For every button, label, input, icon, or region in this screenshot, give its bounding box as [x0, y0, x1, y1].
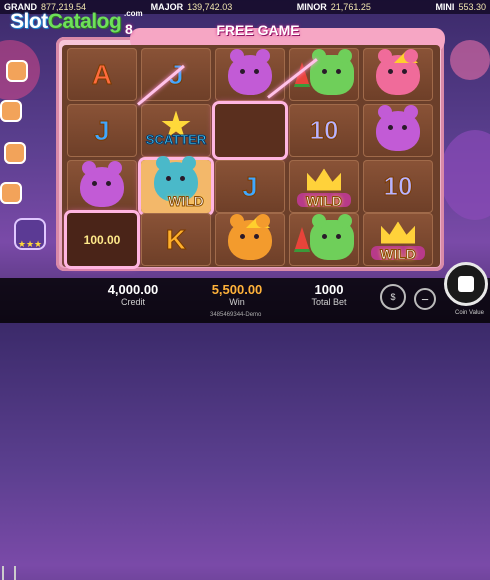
reel-cell: A: [67, 48, 137, 101]
cake-icon: [6, 60, 28, 82]
logo-part2: Catalog: [47, 10, 122, 33]
bet-label: Total Bet: [311, 297, 347, 307]
reel-cell-prize: 100.00: [67, 213, 137, 266]
jackpot-value: 139,742.03: [187, 2, 233, 12]
wild-symbol: WILD: [289, 160, 359, 213]
symbol-j: J: [242, 170, 259, 202]
credit-label: Credit: [120, 297, 145, 307]
free-game-title: FREE GAME: [88, 20, 388, 40]
reel-cell: [67, 160, 137, 213]
decrease-bet-button[interactable]: −: [414, 288, 436, 310]
king-bear-icon: [228, 213, 272, 260]
win-value: 5,500.00: [211, 282, 263, 297]
reel-cell: 10: [289, 104, 359, 157]
credit-value: 4,000.00: [107, 282, 159, 297]
wild-bear-symbol: WILD: [141, 155, 211, 213]
background-candy: [440, 130, 490, 220]
symbol-j: J: [94, 114, 111, 146]
coin-value-button[interactable]: $: [380, 284, 406, 310]
symbol-10: 10: [383, 171, 413, 202]
site-logo: SlotCatalog: [10, 10, 122, 34]
bear-symbol: [67, 160, 137, 213]
reel-cell: [363, 104, 433, 157]
symbol-k: K: [165, 223, 187, 255]
background-candy: [450, 40, 490, 80]
win-display: 5,500.00 Win: [198, 282, 276, 307]
jackpot-value: 553.30: [458, 2, 486, 12]
reel-cell: WILD: [289, 160, 359, 213]
prize-value: 100.00: [83, 232, 121, 247]
jackpot-mini: MINI 553.30: [435, 2, 486, 12]
cake-icon: [0, 182, 22, 204]
scatter-symbol: SCATTER: [141, 104, 211, 157]
watermelon-icon: [294, 227, 310, 252]
stop-icon: [458, 276, 474, 292]
reel-cell: K: [141, 213, 211, 266]
reel-grid: A J J SCATTER 10 WILD J WILD: [62, 45, 440, 267]
reel-cell-empty: [215, 104, 285, 157]
wild-label: WILD: [306, 193, 343, 210]
reel-cell: J: [215, 160, 285, 213]
pink-bear-icon: [376, 48, 420, 95]
bet-value: 1000: [314, 282, 344, 297]
bet-display: 1000 Total Bet: [296, 282, 362, 307]
jackpot-label: MAJOR: [150, 2, 184, 12]
reel-cell-wild-bear: WILD: [141, 155, 211, 213]
crown-icon: [381, 221, 415, 244]
wild-symbol: WILD: [363, 213, 433, 266]
menu-icon[interactable]: [2, 566, 16, 580]
crown-icon: [307, 168, 341, 191]
spin-stop-button[interactable]: [444, 262, 488, 306]
win-label: Win: [229, 297, 245, 307]
wild-label: WILD: [380, 246, 417, 263]
reel-cell: SCATTER: [141, 104, 211, 157]
logo-suffix: .com: [124, 9, 143, 18]
reel-cell: [363, 48, 433, 101]
jackpot-value: 21,761.25: [330, 2, 371, 12]
bear-symbol: [363, 104, 433, 157]
purple-bear-icon: [376, 104, 420, 151]
cake-icon: [0, 100, 22, 122]
bear-symbol: [363, 48, 433, 101]
green-bear-icon: [310, 213, 354, 260]
version-text: 3485469344-Demo: [210, 312, 262, 318]
wild-label: WILD: [168, 193, 205, 210]
symbol-10: 10: [309, 115, 339, 146]
purple-bear-icon: [228, 48, 272, 95]
reel-cell: 10: [363, 160, 433, 213]
bear-symbol: [289, 213, 359, 266]
logo-part1: Slot: [10, 10, 48, 33]
free-game-count: 8: [125, 21, 133, 37]
reel-cell: [289, 213, 359, 266]
cake-icon: [4, 142, 26, 164]
jackpot-label: MINOR: [296, 2, 327, 12]
reel-cell: WILD: [363, 213, 433, 266]
purple-bear-icon: [80, 160, 124, 207]
reel-cell: [215, 213, 285, 266]
credit-display: 4,000.00 Credit: [98, 282, 168, 307]
scatter-label: SCATTER: [145, 132, 207, 148]
coin-value-label: Coin Value: [455, 310, 484, 316]
jackpot-minor: MINOR 21,761.25: [297, 2, 371, 12]
symbol-a: A: [91, 58, 113, 90]
bear-symbol: [215, 213, 285, 266]
reel-cell: J: [67, 104, 137, 157]
feature-icon[interactable]: ★★★: [14, 218, 46, 250]
jackpot-label: MINI: [435, 2, 455, 12]
jackpot-major: MAJOR 139,742.03: [151, 2, 233, 12]
free-game-text: FREE GAME: [216, 22, 300, 38]
